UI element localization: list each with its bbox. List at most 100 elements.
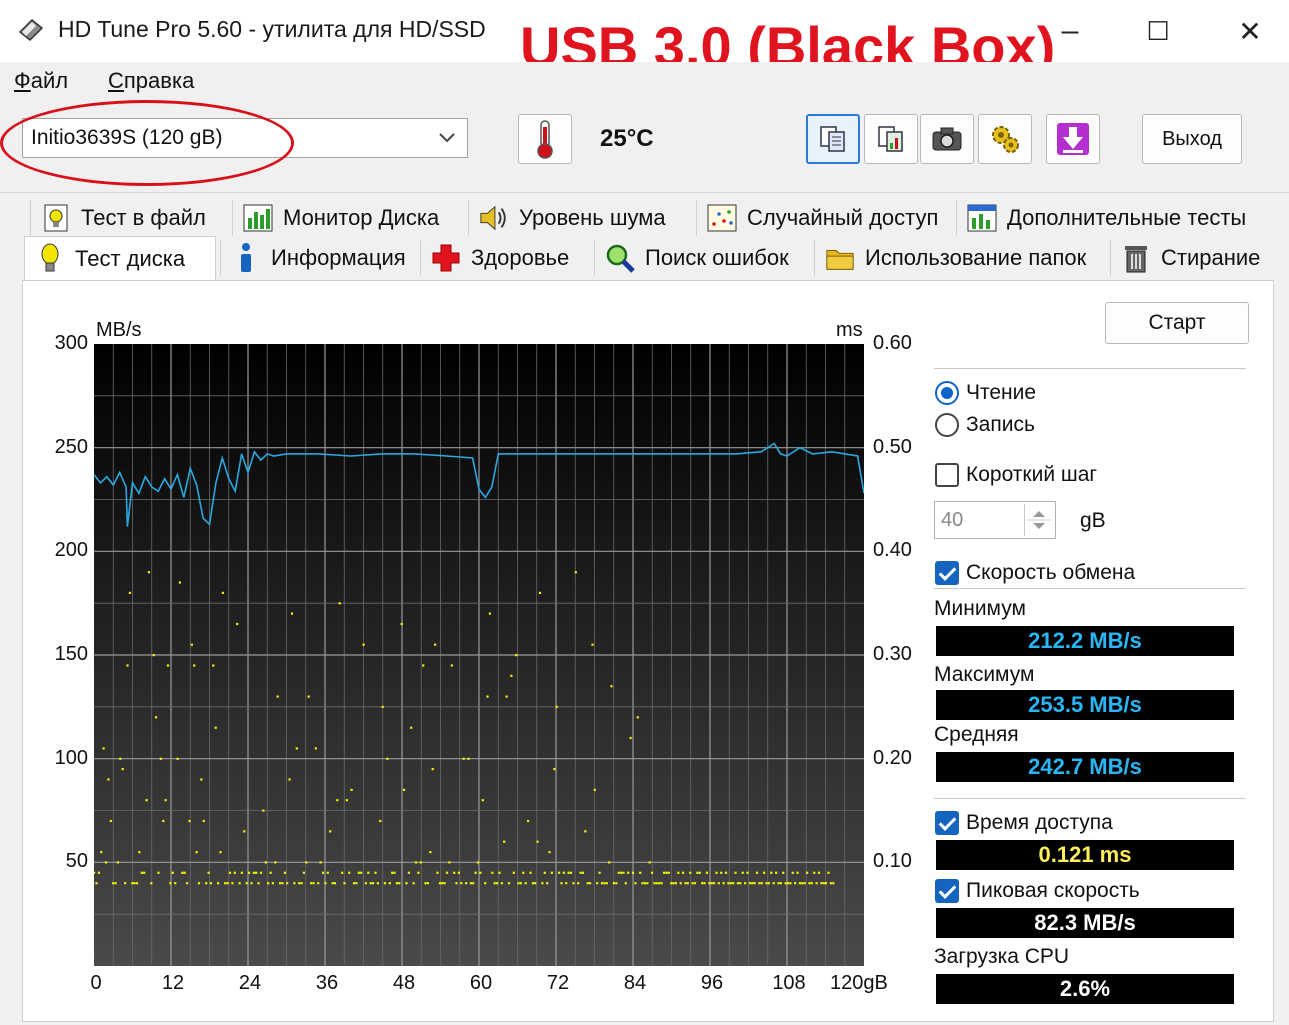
access-time-checkbox[interactable] bbox=[935, 811, 959, 835]
right-tick-label: 0.30 bbox=[873, 643, 912, 665]
menu-bar: Файл Справка bbox=[0, 62, 1289, 100]
access-time-point bbox=[567, 871, 570, 874]
transfer-rate-label: Скорость обмена bbox=[966, 561, 1136, 584]
copy-info-button[interactable] bbox=[806, 114, 860, 164]
x-tick-label: 72 bbox=[546, 972, 570, 994]
tab-erase[interactable]: Стирание bbox=[1110, 240, 1272, 276]
close-button[interactable]: ✕ bbox=[1220, 8, 1280, 54]
tab-folder-usage[interactable]: Использование папок bbox=[814, 240, 1106, 276]
access-time-point bbox=[434, 643, 437, 646]
access-time-point bbox=[748, 882, 751, 885]
tab-health[interactable]: Здоровье bbox=[420, 240, 590, 276]
extra-tests-icon bbox=[967, 203, 997, 233]
left-tick-label: 150 bbox=[54, 643, 88, 665]
screenshot-button[interactable] bbox=[920, 114, 974, 164]
access-time-point bbox=[290, 612, 294, 615]
stepper-buttons[interactable] bbox=[1024, 504, 1053, 536]
window-title: HD Tune Pro 5.60 - утилита для HD/SSD bbox=[58, 16, 486, 42]
access-time-point bbox=[605, 882, 608, 885]
access-time-point bbox=[197, 882, 201, 885]
read-radio[interactable] bbox=[935, 381, 959, 405]
access-time-point bbox=[155, 716, 158, 719]
access-time-point bbox=[104, 861, 108, 864]
copy-chart-button[interactable] bbox=[864, 114, 918, 164]
write-radio[interactable] bbox=[935, 413, 959, 437]
access-time-point bbox=[512, 871, 515, 874]
access-time-point bbox=[119, 757, 122, 760]
short-step-checkbox[interactable] bbox=[935, 463, 959, 487]
access-time-point bbox=[806, 871, 809, 874]
access-time-point bbox=[250, 882, 253, 885]
access-time-point bbox=[97, 871, 100, 874]
access-time-point bbox=[324, 882, 327, 885]
access-time-point bbox=[219, 851, 222, 854]
access-time-point bbox=[693, 882, 697, 885]
exit-button[interactable]: Выход bbox=[1142, 114, 1242, 164]
drive-select[interactable]: Initio3639S (120 gB) bbox=[22, 118, 468, 158]
access-time-point bbox=[195, 851, 198, 854]
access-time-point bbox=[391, 871, 394, 874]
access-time-point bbox=[94, 871, 96, 874]
access-time-point bbox=[732, 882, 735, 885]
access-time-point bbox=[150, 882, 153, 885]
access-time-point bbox=[276, 695, 279, 698]
access-time-point bbox=[598, 871, 601, 874]
tab-random-access-label: Случайный доступ bbox=[747, 205, 939, 230]
access-time-point bbox=[112, 882, 115, 885]
app-logo-icon bbox=[18, 18, 44, 42]
access-time-point bbox=[631, 871, 635, 874]
access-time-point bbox=[648, 861, 651, 864]
access-time-point bbox=[574, 571, 577, 574]
access-time-point bbox=[450, 664, 453, 667]
tab-info[interactable]: Информация bbox=[220, 240, 416, 276]
access-time-point bbox=[727, 882, 730, 885]
maximize-button[interactable]: ☐ bbox=[1128, 8, 1188, 54]
right-tick-label: 0.10 bbox=[873, 850, 912, 873]
x-tick-label: 120gB bbox=[830, 972, 888, 994]
options-button[interactable] bbox=[978, 114, 1032, 164]
tab-random-access[interactable]: Случайный доступ bbox=[696, 200, 950, 236]
access-time-point bbox=[364, 882, 367, 885]
left-tick-label: 100 bbox=[54, 746, 88, 769]
tab-error-scan[interactable]: Поиск ошибок bbox=[594, 240, 810, 276]
access-time-point bbox=[400, 622, 403, 626]
access-time-point bbox=[386, 757, 389, 760]
access-time-point bbox=[803, 882, 806, 885]
trash-icon bbox=[1121, 243, 1151, 273]
tab-disk-benchmark[interactable]: Тест диска bbox=[24, 236, 216, 280]
save-button[interactable] bbox=[1046, 114, 1100, 164]
access-time-point bbox=[565, 882, 568, 885]
tab-file-test[interactable]: Тест в файл bbox=[30, 200, 228, 236]
tab-extra-tests[interactable]: Дополнительные тесты bbox=[956, 200, 1272, 236]
minimum-value: 212.2 MB/s bbox=[936, 626, 1234, 656]
stepper-arrows-icon bbox=[1027, 511, 1051, 529]
access-time-point bbox=[710, 882, 713, 885]
magnifier-icon bbox=[605, 243, 635, 273]
access-time-point bbox=[744, 882, 747, 885]
menu-file[interactable]: Файл bbox=[14, 68, 68, 94]
access-time-point bbox=[736, 882, 739, 885]
access-time-point bbox=[629, 736, 632, 740]
access-time-point bbox=[395, 882, 398, 885]
tab-noise-level[interactable]: Уровень шума bbox=[468, 200, 690, 236]
step-size-stepper[interactable]: 40 bbox=[934, 501, 1056, 539]
access-time-point bbox=[798, 882, 801, 885]
access-time-point bbox=[815, 882, 818, 885]
access-time-point bbox=[209, 882, 212, 885]
access-time-point bbox=[498, 871, 501, 874]
access-time-point bbox=[810, 882, 813, 885]
tab-disk-monitor[interactable]: Монитор Диска bbox=[232, 200, 460, 236]
access-time-point bbox=[164, 799, 167, 802]
access-time-point bbox=[593, 788, 596, 791]
access-time-point bbox=[500, 882, 503, 885]
transfer-rate-checkbox[interactable] bbox=[935, 561, 959, 585]
access-time-point bbox=[188, 819, 191, 823]
temperature-button[interactable] bbox=[518, 114, 572, 164]
access-time-point bbox=[572, 882, 575, 885]
access-time-point bbox=[228, 871, 232, 874]
start-button[interactable]: Старт bbox=[1105, 302, 1249, 344]
access-time-point bbox=[205, 882, 208, 885]
access-time-point bbox=[109, 819, 112, 823]
burst-rate-checkbox[interactable] bbox=[935, 879, 959, 903]
menu-help[interactable]: Справка bbox=[108, 68, 194, 94]
